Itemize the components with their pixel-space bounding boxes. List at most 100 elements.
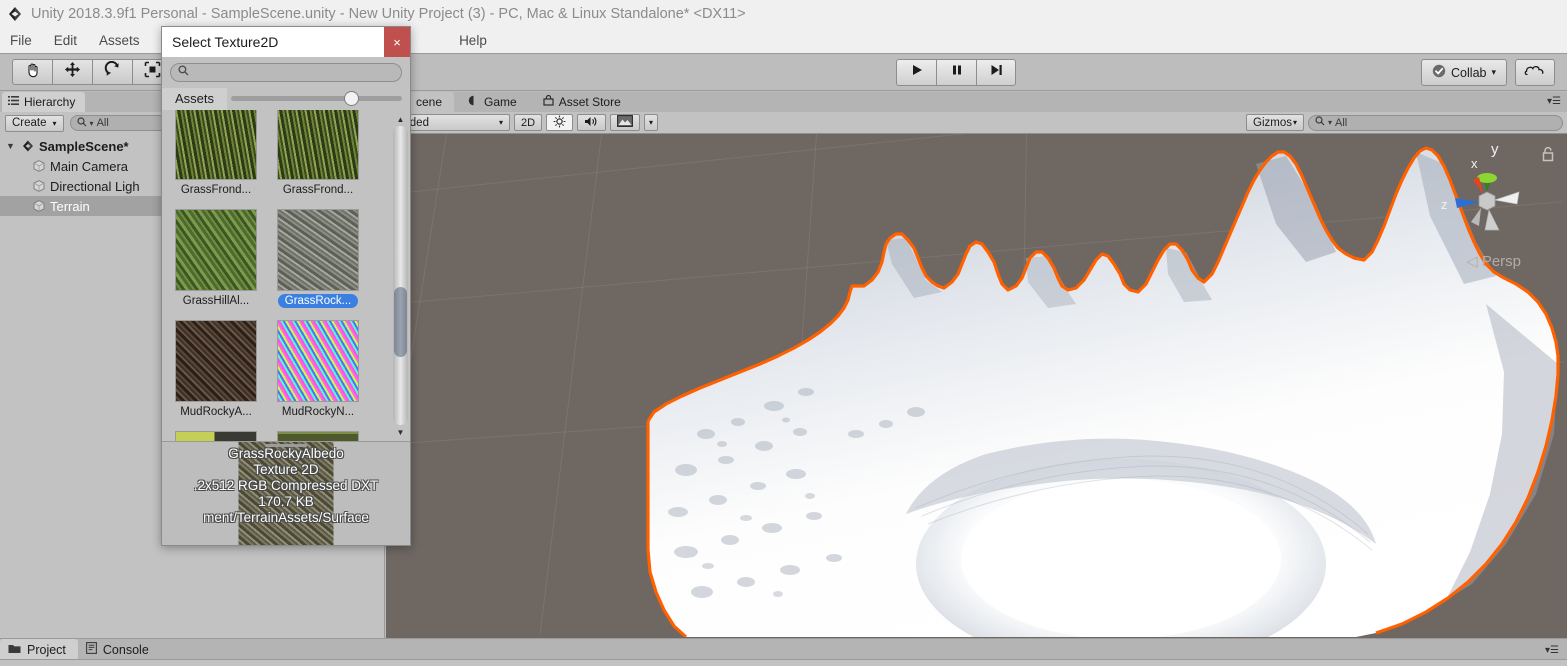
play-icon [910, 63, 924, 82]
tab-hierarchy[interactable]: Hierarchy [2, 92, 86, 112]
menu-assets[interactable]: Assets [99, 33, 140, 48]
collab-button[interactable]: Collab ▾ [1421, 59, 1507, 86]
gizmo-axis-z-label: z [1441, 197, 1448, 212]
toggle-2d-button[interactable]: 2D [514, 114, 543, 131]
tab-project[interactable]: Project [0, 639, 78, 660]
asset-search-input[interactable] [170, 62, 402, 82]
slider-knob[interactable] [343, 91, 359, 106]
menu-edit[interactable]: Edit [54, 33, 77, 48]
thumbnail-size-slider[interactable] [227, 88, 410, 110]
effects-dropdown-button[interactable]: ▾ [644, 114, 659, 131]
gameobject-icon [32, 159, 46, 173]
scene-tab-bar: cene Game Asset Store ▾☰ [386, 92, 1567, 112]
gizmos-dropdown[interactable]: Gizmos ▾ [1246, 114, 1304, 131]
title-bar: Unity 2018.3.9f1 Personal - SampleScene.… [0, 0, 1567, 27]
tab-asset-store[interactable]: Asset Store [531, 92, 633, 112]
asset-item[interactable]: MudRockyA... [172, 320, 260, 419]
terrain-mesh[interactable] [386, 134, 1567, 637]
asset-item[interactable]: GrassHillAl... [172, 209, 260, 308]
chevron-left-icon: ◁ [1466, 253, 1478, 270]
lighting-toggle-button[interactable] [546, 114, 574, 131]
asset-item-selected[interactable]: GrassRock... [274, 209, 362, 308]
scene-canvas[interactable]: y x z ◁ Persp [386, 134, 1567, 637]
hand-tool-button[interactable] [12, 59, 52, 85]
scroll-down-arrow-icon[interactable]: ▼ [393, 425, 408, 439]
tab-game-label: Game [484, 95, 517, 109]
audio-toggle-button[interactable] [577, 114, 607, 131]
play-button[interactable] [896, 59, 936, 86]
asset-thumbnail [175, 320, 257, 402]
menu-help[interactable]: Help [459, 33, 487, 48]
pause-button[interactable] [936, 59, 976, 86]
asset-grid-scrollbar[interactable]: ▲ ▼ [393, 112, 408, 439]
chevron-down-icon: ▾ [649, 118, 654, 127]
rotate-tool-button[interactable] [92, 59, 132, 85]
move-tool-button[interactable] [52, 59, 92, 85]
tab-assets[interactable]: Assets [162, 87, 228, 110]
chevron-down-icon: ▾ [52, 118, 57, 128]
play-controls [896, 59, 1016, 86]
create-button[interactable]: Create ▾ [5, 114, 64, 132]
create-button-label: Create [12, 117, 47, 129]
search-icon [178, 65, 189, 79]
hand-icon [24, 61, 41, 83]
gameobject-icon [32, 199, 46, 213]
sun-icon [553, 115, 566, 131]
asset-preview-panel: GrassRockyAlbedo Texture 2D .2x512 RGB C… [162, 441, 410, 545]
tab-project-label: Project [27, 642, 66, 657]
slider-track [231, 91, 402, 106]
rect-transform-icon [144, 61, 161, 83]
scroll-up-arrow-icon[interactable]: ▲ [393, 112, 408, 126]
tree-item-label: SampleScene* [39, 138, 129, 154]
menu-file[interactable]: File [10, 33, 32, 48]
projection-mode-label[interactable]: ◁ Persp [1466, 252, 1521, 270]
game-icon [468, 95, 479, 109]
asset-thumbnail [277, 320, 359, 402]
step-button[interactable] [976, 59, 1016, 86]
scene-search-input[interactable]: ▾ All [1308, 114, 1563, 131]
chevron-down-icon: ▾ [1491, 67, 1496, 77]
panel-options-icon[interactable]: ▾☰ [1545, 645, 1559, 656]
asset-label: GrassFrond... [180, 184, 252, 196]
dialog-title-bar: Select Texture2D × [162, 27, 410, 57]
tree-item-label: Terrain [50, 198, 90, 214]
asset-item[interactable] [172, 431, 260, 441]
bottom-strip [0, 659, 1567, 666]
asset-thumbnail [175, 209, 257, 291]
step-icon [989, 63, 1003, 82]
panel-options-icon[interactable]: ▾☰ [1547, 96, 1561, 107]
effects-toggle-button[interactable] [610, 114, 641, 131]
tab-hierarchy-label: Hierarchy [24, 95, 76, 109]
scrollbar-thumb[interactable] [394, 287, 407, 358]
collab-check-icon [1432, 64, 1446, 81]
pause-icon [950, 63, 964, 82]
asset-label: GrassHillAl... [182, 295, 250, 307]
asset-item[interactable] [274, 431, 362, 441]
scene-view-panel: cene Game Asset Store ▾☰ haded ▾ 2D ▾ Gi… [386, 92, 1567, 638]
scrollbar-trough[interactable] [393, 126, 408, 425]
collab-label: Collab [1451, 65, 1487, 80]
asset-thumbnail [175, 431, 257, 441]
gizmos-label: Gizmos [1253, 116, 1292, 129]
image-icon [617, 115, 633, 130]
tab-asset-store-label: Asset Store [558, 95, 621, 109]
chevron-down-icon: ▾ [1292, 118, 1297, 127]
tab-game[interactable]: Game [456, 92, 529, 112]
chevron-down-icon: ▾ [498, 118, 503, 127]
cloud-services-button[interactable] [1515, 59, 1555, 86]
cloud-icon [1524, 63, 1546, 82]
preview-resize-grip[interactable] [265, 444, 307, 447]
close-icon[interactable]: × [384, 27, 410, 57]
rotate-icon [104, 60, 121, 83]
search-filter-caret-icon: ▾ [1328, 118, 1333, 127]
asset-item[interactable]: MudRockyN... [274, 320, 362, 419]
unity-scene-icon [21, 139, 35, 153]
tab-console[interactable]: Console [78, 639, 161, 660]
hierarchy-icon [8, 95, 19, 109]
lock-icon[interactable] [1541, 146, 1555, 167]
hierarchy-search-value: All [96, 117, 109, 129]
asset-item[interactable]: GrassFrond... [172, 110, 260, 197]
asset-item[interactable]: GrassFrond... [274, 110, 362, 197]
expand-caret-icon[interactable]: ▼ [6, 141, 17, 151]
asset-label: GrassRock... [277, 294, 359, 308]
